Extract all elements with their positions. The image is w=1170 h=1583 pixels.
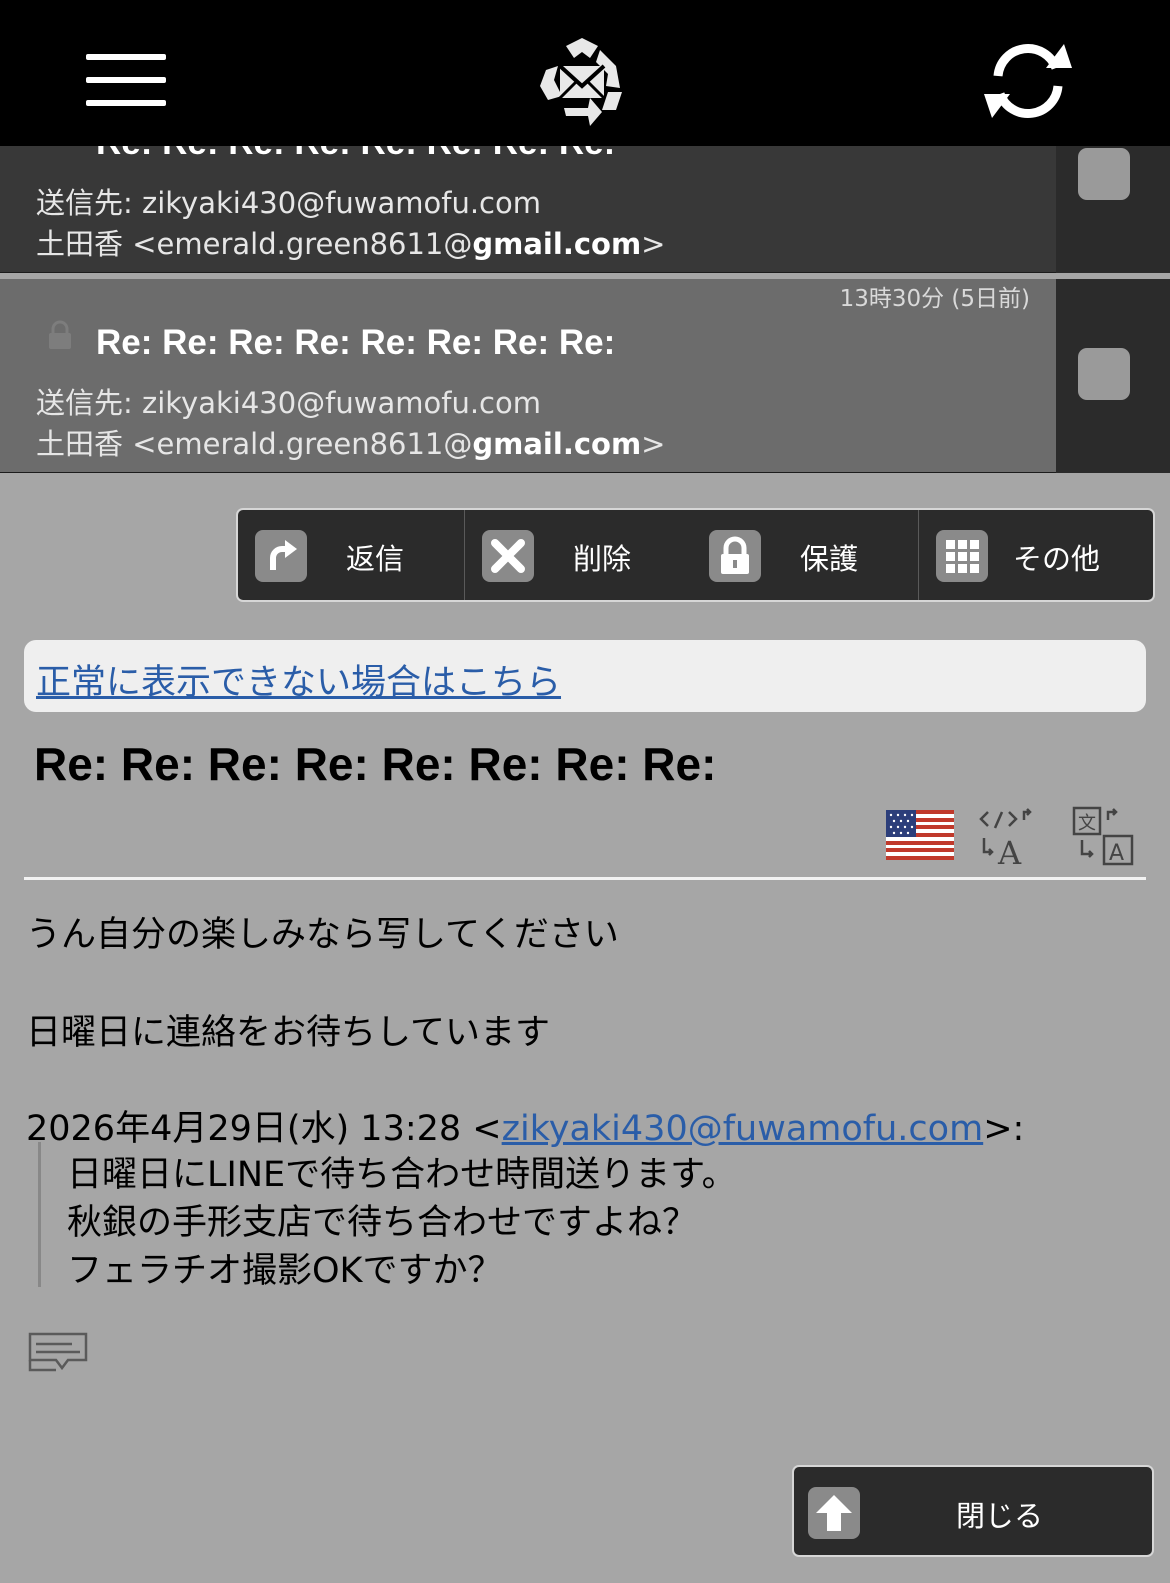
reply-button[interactable]: 返信 <box>238 510 464 600</box>
mail-action-toolbar: 返信 削除 保護 その他 <box>236 508 1155 602</box>
message-time: 13時30分 (5日前) <box>839 286 1030 312</box>
quoted-line: 日曜日にLINEで待ち合わせ時間送ります。 <box>67 1155 737 1195</box>
arrow-up-icon <box>808 1487 860 1539</box>
svg-text:A: A <box>1109 841 1124 866</box>
close-button[interactable]: 閉じる <box>792 1465 1154 1557</box>
message-select-checkbox[interactable] <box>1078 348 1130 400</box>
svg-text:文: 文 <box>1078 813 1096 834</box>
chat-bubble-icon[interactable] <box>28 1330 88 1380</box>
message-row[interactable]: 13時30分 (5日前) Re: Re: Re: Re: Re: Re: Re:… <box>0 279 1170 473</box>
code-translate-icon[interactable]: A <box>978 806 1038 866</box>
message-from: 土田香 <emerald.green8611@gmail.com> <box>36 227 666 261</box>
display-issue-notice: 正常に表示できない場合はこちら <box>24 640 1146 712</box>
grid-icon <box>936 530 988 582</box>
more-button[interactable]: その他 <box>919 510 1153 600</box>
display-issue-link[interactable]: 正常に表示できない場合はこちら <box>36 654 561 705</box>
hamburger-icon[interactable] <box>86 52 166 108</box>
lock-icon <box>709 530 761 582</box>
message-subject: Re: Re: Re: Re: Re: Re: Re: Re: <box>96 323 616 362</box>
refresh-icon[interactable] <box>982 38 1074 124</box>
mail-body-line: うん自分の楽しみなら写してください <box>26 915 619 955</box>
mail-view-screen: Re: Re: Re: Re: Re: Re: Re: Re: 送信先: zik… <box>0 0 1170 1583</box>
message-select-checkbox[interactable] <box>1078 148 1130 200</box>
message-to: 送信先: zikyaki430@fuwamofu.com <box>36 186 541 220</box>
close-label: 閉じる <box>956 1499 1044 1533</box>
quoted-text: 日曜日にLINEで待ち合わせ時間送ります。 秋銀の手形支店で待ち合わせですよね？… <box>38 1142 798 1291</box>
mail-subject: Re: Re: Re: Re: Re: Re: Re: Re: <box>34 738 717 790</box>
reply-label: 返信 <box>346 542 405 576</box>
protect-label: 保護 <box>800 542 859 576</box>
reply-icon <box>255 530 307 582</box>
recycle-mail-logo <box>540 38 622 126</box>
message-to: 送信先: zikyaki430@fuwamofu.com <box>36 386 541 420</box>
protect-button[interactable]: 保護 <box>692 510 918 600</box>
svg-text:A: A <box>997 834 1022 866</box>
delete-button[interactable]: 削除 <box>465 510 692 600</box>
quoted-line: 秋銀の手形支店で待ち合わせですよね？ <box>67 1203 698 1243</box>
app-header <box>0 0 1170 146</box>
subject-divider <box>24 877 1146 880</box>
mail-body-line: 日曜日に連絡をお待ちしています <box>26 1013 550 1053</box>
lock-icon <box>49 320 71 349</box>
more-label: その他 <box>1013 542 1101 576</box>
delete-x-icon <box>482 530 534 582</box>
translate-icon[interactable]: 文 A <box>1072 806 1134 866</box>
us-flag-icon[interactable] <box>886 810 954 860</box>
delete-label: 削除 <box>573 542 632 576</box>
message-row-main[interactable]: 13時30分 (5日前) Re: Re: Re: Re: Re: Re: Re:… <box>0 279 1056 473</box>
message-from: 土田香 <emerald.green8611@gmail.com> <box>36 427 666 461</box>
quoted-line: フェラチオ撮影OKですか？ <box>67 1251 503 1291</box>
